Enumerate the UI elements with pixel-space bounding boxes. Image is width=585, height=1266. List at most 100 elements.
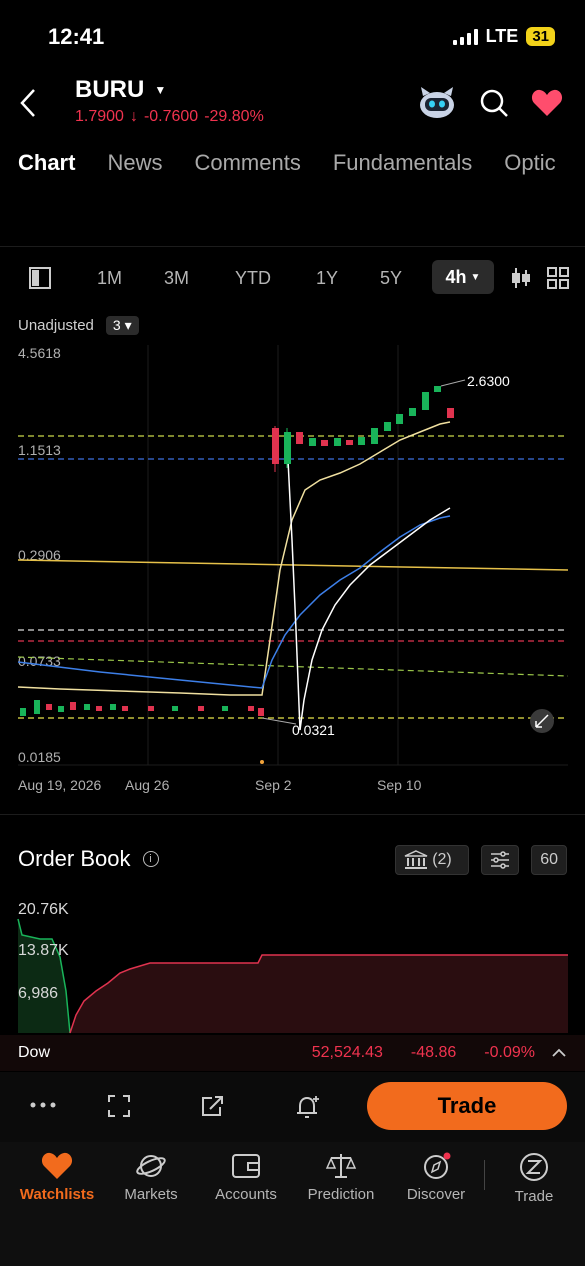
adjust-mode-label[interactable]: Unadjusted xyxy=(18,317,94,334)
battery-icon: 31 xyxy=(526,27,555,46)
time-range-bar: 1M 3M YTD 1Y 5Y 4h ▼ xyxy=(0,258,585,298)
fullscreen-icon[interactable] xyxy=(107,1094,131,1118)
depth-y-label: 13.87K xyxy=(18,942,69,959)
sliders-icon xyxy=(491,851,510,869)
caret-down-icon: ▼ xyxy=(470,271,481,283)
candle xyxy=(384,422,391,431)
range-5y[interactable]: 5Y xyxy=(380,268,402,289)
divider xyxy=(0,814,585,815)
candle xyxy=(396,414,403,424)
candle xyxy=(321,440,328,446)
nav-label: Trade xyxy=(514,1188,554,1205)
candle xyxy=(371,428,378,444)
ticker-symbol: BURU xyxy=(75,76,145,103)
candle xyxy=(58,706,64,712)
mascot-assistant-icon[interactable] xyxy=(417,86,457,120)
favorite-heart-icon[interactable] xyxy=(531,89,563,117)
nav-watchlists[interactable]: Watchlists xyxy=(9,1152,105,1203)
trade-icon xyxy=(520,1153,548,1181)
nav-label: Discover xyxy=(406,1186,466,1203)
status-bar: 12:41 LTE 31 xyxy=(0,0,585,72)
range-1m[interactable]: 1M xyxy=(97,268,122,289)
nav-discover[interactable]: Discover xyxy=(388,1152,484,1203)
candle xyxy=(296,432,303,444)
indicator-count-selector[interactable]: 3 ▾ xyxy=(105,316,139,335)
x-tick-label: Aug 19, 2026 xyxy=(18,777,102,793)
tab-comments[interactable]: Comments xyxy=(194,150,300,194)
candlestick-type-icon[interactable] xyxy=(510,266,532,290)
nav-trade[interactable]: Trade xyxy=(486,1152,582,1205)
price-chart[interactable]: 4.5618 1.1513 0.2906 0.0733 0.0185 Aug 1… xyxy=(0,340,585,800)
range-ytd[interactable]: YTD xyxy=(235,268,271,289)
y-tick-label: 1.1513 xyxy=(18,442,61,458)
ma-line-yellow xyxy=(17,421,451,696)
range-1y[interactable]: 1Y xyxy=(316,268,338,289)
y-tick-label: 4.5618 xyxy=(18,345,61,361)
status-time: 12:41 xyxy=(48,24,105,49)
back-icon[interactable] xyxy=(14,86,44,120)
share-icon[interactable] xyxy=(200,1094,226,1118)
trade-button[interactable]: Trade xyxy=(367,1082,567,1130)
layout-toggle-icon[interactable] xyxy=(28,266,52,290)
tab-fundamentals[interactable]: Fundamentals xyxy=(333,150,472,194)
price-alert-bell-icon[interactable] xyxy=(295,1094,321,1120)
header-actions xyxy=(417,86,563,120)
nav-label: Prediction xyxy=(307,1186,375,1203)
candle xyxy=(284,432,291,464)
more-icon[interactable] xyxy=(30,1102,56,1108)
tab-options[interactable]: Optic xyxy=(504,150,555,194)
search-icon[interactable] xyxy=(479,88,509,118)
candle xyxy=(248,706,254,711)
heart-icon xyxy=(41,1152,73,1179)
status-indicators: LTE 31 xyxy=(452,26,555,47)
nav-accounts[interactable]: Accounts xyxy=(198,1152,294,1203)
candle xyxy=(70,702,76,710)
wallet-icon xyxy=(232,1154,260,1178)
price-change: -0.7600 xyxy=(143,108,199,125)
last-price: 1.7900 xyxy=(75,108,124,125)
nav-separator xyxy=(484,1160,485,1190)
info-icon[interactable]: i xyxy=(142,851,159,867)
nav-prediction[interactable]: Prediction xyxy=(293,1152,389,1203)
notification-dot xyxy=(443,1152,451,1160)
candle xyxy=(409,408,416,416)
candle xyxy=(334,438,341,446)
high-annotation: 2.6300 xyxy=(467,373,510,389)
bank-icon xyxy=(404,850,428,869)
filter-settings-button[interactable] xyxy=(481,845,520,875)
candle xyxy=(447,408,454,418)
chevron-up-icon[interactable] xyxy=(551,1048,567,1058)
indicator-count: 3 xyxy=(112,317,121,333)
candle xyxy=(34,700,40,714)
scale-icon xyxy=(325,1154,357,1178)
grid-layout-icon[interactable] xyxy=(546,266,570,290)
tab-news[interactable]: News xyxy=(107,150,162,194)
index-change: -48.86 xyxy=(410,1044,457,1061)
candle xyxy=(122,706,128,711)
nav-markets[interactable]: Markets xyxy=(103,1152,199,1203)
price-change-pct: -29.80% xyxy=(204,108,264,125)
exchange-button[interactable]: (2) xyxy=(395,845,470,875)
depth-chart-svg xyxy=(17,918,568,1034)
index-values: 52,524.43 -48.86 -0.09% xyxy=(312,1044,535,1062)
price-chart-svg: 4.5618 1.1513 0.2906 0.0733 0.0185 Aug 1… xyxy=(17,345,569,793)
exchange-count: (2) xyxy=(432,851,452,868)
candle xyxy=(20,708,26,716)
index-ticker-bar[interactable]: Dow 52,524.43 -48.86 -0.09% xyxy=(0,1035,585,1071)
range-3m[interactable]: 3M xyxy=(164,268,189,289)
x-tick-label: Sep 10 xyxy=(377,777,422,793)
y-tick-label: 0.0185 xyxy=(18,749,61,765)
depth-selector[interactable]: 60 xyxy=(531,845,567,875)
planet-icon xyxy=(136,1155,166,1177)
order-book-title: Order Book xyxy=(18,846,131,871)
candle xyxy=(46,704,52,710)
divider xyxy=(0,246,585,247)
ticker-selector[interactable]: BURU ▼ xyxy=(75,76,166,104)
compass-icon xyxy=(424,1152,451,1179)
order-book-header: Order Book i xyxy=(18,846,159,872)
ma-line-white xyxy=(287,459,451,731)
candle xyxy=(258,708,264,716)
tab-chart[interactable]: Chart xyxy=(18,150,75,194)
candle xyxy=(84,704,90,710)
range-4h-selector[interactable]: 4h ▼ xyxy=(432,260,494,294)
